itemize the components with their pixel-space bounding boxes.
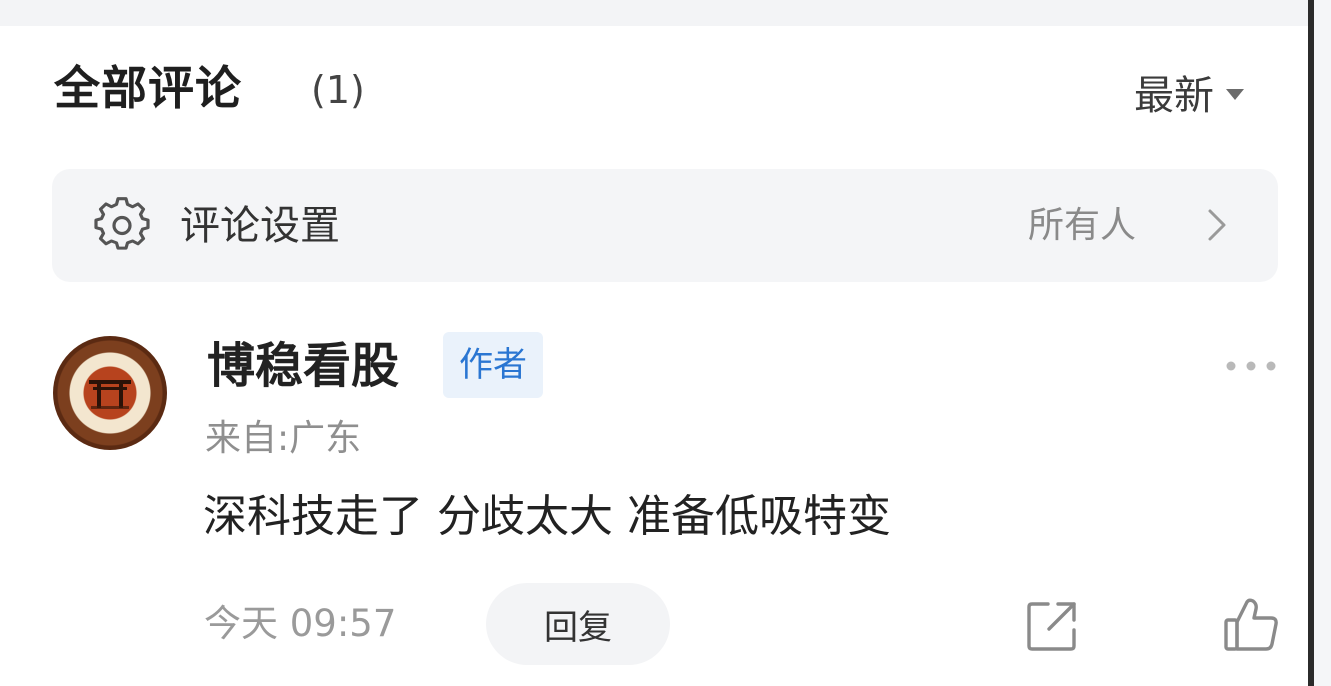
author-badge: 作者 xyxy=(443,332,543,398)
gear-icon xyxy=(94,197,150,250)
comment-time: 今天 09:57 xyxy=(204,602,397,645)
comment-settings-label: 评论设置 xyxy=(180,203,340,249)
sort-label: 最新 xyxy=(1134,73,1214,119)
comments-count: (1) xyxy=(311,68,365,112)
top-strip xyxy=(0,0,1308,26)
more-dots-icon[interactable] xyxy=(1223,356,1279,376)
comment-settings-value: 所有人 xyxy=(1028,205,1137,246)
sort-dropdown[interactable]: 最新 xyxy=(1134,64,1244,120)
caret-down-icon xyxy=(1226,88,1244,100)
scrollbar-rail[interactable] xyxy=(1308,0,1331,686)
thumbs-up-icon[interactable] xyxy=(1222,596,1280,654)
author-name[interactable]: 博稳看股 xyxy=(207,333,399,399)
chevron-right-icon xyxy=(1208,209,1226,241)
share-icon[interactable] xyxy=(1024,598,1080,654)
reply-button[interactable]: 回复 xyxy=(486,583,670,665)
comments-panel: 全部评论 (1) 最新 评论设置 所有人 博稳看股 作者 来自:广东 深科技走了… xyxy=(0,26,1308,686)
comments-title: 全部评论 xyxy=(54,61,242,115)
comment-location: 来自:广东 xyxy=(205,418,362,459)
comment-settings-row[interactable]: 评论设置 所有人 xyxy=(52,169,1278,282)
comment-text: 深科技走了 分歧太大 准备低吸特变 xyxy=(203,491,891,542)
avatar[interactable] xyxy=(53,336,167,450)
torii-gate-icon xyxy=(89,380,131,409)
